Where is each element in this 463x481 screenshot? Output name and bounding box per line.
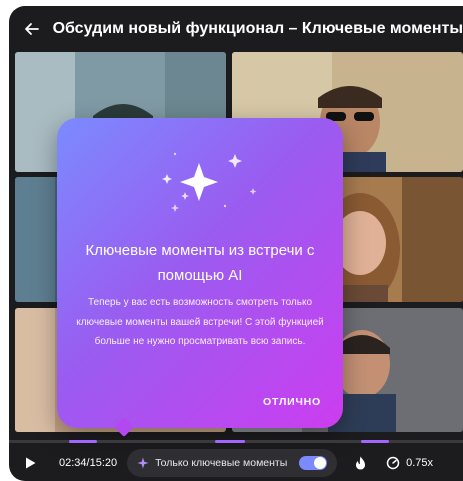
video-player-window: Обсудим новый функционал – Ключевые моме…	[9, 6, 463, 481]
speed-label: 0.75x	[406, 457, 434, 469]
key-moments-label: Только ключевые моменты	[155, 457, 288, 469]
key-moment-marker[interactable]	[69, 440, 97, 443]
playback-time: 02:34/15:20	[59, 457, 118, 469]
key-moment-marker[interactable]	[215, 440, 245, 443]
playback-speed-button[interactable]: 0.75x	[386, 456, 433, 470]
key-moments-switch[interactable]	[299, 456, 328, 470]
key-moment-marker[interactable]	[361, 440, 389, 443]
timeline-track[interactable]	[9, 440, 463, 443]
sparkles-icon	[162, 152, 257, 212]
arrow-left-icon	[24, 23, 39, 35]
play-button[interactable]	[25, 457, 45, 469]
header: Обсудим новый функционал – Ключевые моме…	[9, 6, 463, 52]
key-moments-toggle[interactable]: Только ключевые моменты	[127, 449, 338, 477]
key-moments-popup: Ключевые моменты из встречи с помощью AI…	[57, 118, 343, 437]
popup-pointer	[114, 417, 134, 437]
speedometer-icon	[386, 456, 400, 470]
play-icon	[26, 457, 36, 469]
ok-button[interactable]: ОТЛИЧНО	[263, 396, 321, 408]
popup-body: Теперь у вас есть возможность смотреть т…	[76, 297, 324, 347]
popup-title: Ключевые моменты из встречи с помощью AI	[85, 242, 315, 284]
sparkles-icon	[137, 457, 149, 469]
highlights-button[interactable]	[355, 456, 366, 470]
switch-knob	[314, 457, 327, 469]
page-title: Обсудим новый функционал – Ключевые моме…	[52, 20, 463, 37]
player-controls: 02:34/15:20 Только ключевые моменты 0.75…	[9, 446, 463, 480]
back-button[interactable]	[17, 9, 47, 49]
flame-icon	[356, 456, 366, 470]
